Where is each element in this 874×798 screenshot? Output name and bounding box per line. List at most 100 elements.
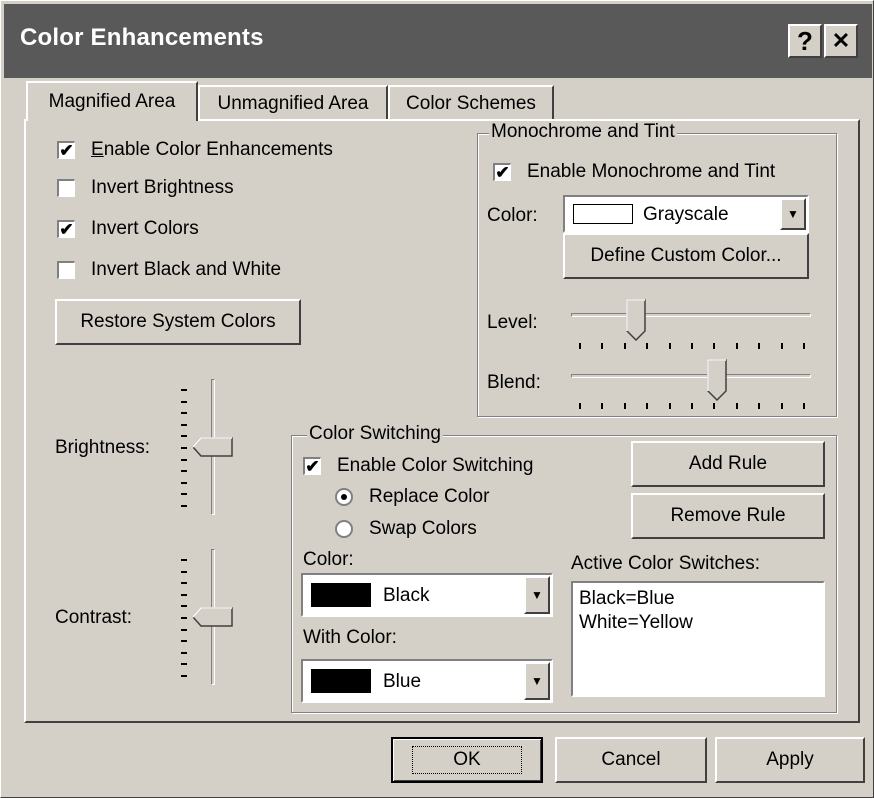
chevron-down-icon[interactable]: ▼ [524,662,550,700]
close-icon: ✕ [831,28,851,53]
invert-colors-checkbox[interactable]: ✔ [57,220,75,238]
slider-tick [181,651,187,654]
enable-color-switching-checkbox[interactable]: ✔ [303,457,321,475]
slider-tick [181,493,187,496]
checkmark-icon: ✔ [305,457,320,476]
checkmark-icon: ✔ [495,163,510,182]
ok-label: OK [412,746,522,774]
window-title: Color Enhancements [20,24,264,51]
switch-color-value: Black [383,585,430,606]
help-button[interactable]: ? [788,24,822,58]
slider-tick [181,435,187,438]
slider-tick [181,481,187,484]
cancel-button[interactable]: Cancel [555,737,707,783]
blend-slider-track[interactable] [571,374,811,378]
switch-color-dropdown[interactable]: Black ▼ [301,573,553,617]
slider-tick [646,403,649,409]
ok-button[interactable]: OK [391,737,543,783]
active-color-switches-list[interactable]: Black=Blue White=Yellow [571,581,825,697]
invert-black-and-white-checkbox[interactable] [57,261,75,279]
slider-tick [181,389,187,391]
chevron-down-icon[interactable]: ▼ [780,198,806,230]
slider-tick [623,343,626,349]
define-custom-color-button[interactable]: Define Custom Color... [563,233,809,279]
slider-tick [758,343,761,349]
mono-color-value: Grayscale [643,204,729,225]
tab-unmagnified-area[interactable]: Unmagnified Area [198,85,388,121]
apply-button[interactable]: Apply [715,737,865,783]
slider-tick [780,403,783,409]
slider-tick [181,605,187,608]
checkmark-icon: ✔ [59,220,74,239]
level-slider-thumb[interactable] [626,299,646,342]
switch-color-label: Color: [303,549,354,570]
close-button[interactable]: ✕ [824,24,858,58]
invert-brightness-label: Invert Brightness [91,177,234,198]
with-color-dropdown[interactable]: Blue ▼ [301,659,553,703]
slider-tick [181,582,187,585]
add-rule-label: Add Rule [688,453,768,474]
invert-black-and-white-label: Invert Black and White [91,259,282,280]
brightness-slider-thumb[interactable] [191,437,233,457]
list-item[interactable]: White=Yellow [579,611,817,635]
slider-tick [646,343,649,349]
contrast-slider-thumb[interactable] [191,607,233,627]
slider-tick [181,640,187,643]
slider-tick [579,403,581,409]
slider-tick [181,570,187,573]
tab-label: Color Schemes [406,93,536,114]
color-switching-group-label: Color Switching [307,423,443,445]
slider-tick [601,403,604,409]
active-color-switches-label: Active Color Switches: [571,553,761,574]
add-rule-button[interactable]: Add Rule [631,441,825,487]
title-bar: Color Enhancements ? ✕ [4,4,872,78]
slider-tick [181,505,187,507]
apply-label: Apply [766,749,814,770]
level-label: Level: [487,312,538,333]
restore-system-colors-button[interactable]: Restore System Colors [55,299,301,345]
enable-monochrome-tint-label: Enable Monochrome and Tint [527,161,776,182]
slider-tick [713,343,716,349]
slider-tick [181,663,187,666]
slider-tick [579,343,581,349]
enable-color-enhancements-checkbox[interactable]: ✔ [57,141,75,159]
slider-tick [181,423,187,426]
with-color-label: With Color: [303,627,397,648]
replace-color-label: Replace Color [369,486,490,507]
restore-system-colors-label: Restore System Colors [80,311,276,332]
enable-color-enhancements-label: Enable Color Enhancements [91,139,333,160]
slider-tick [803,403,805,409]
replace-color-radio[interactable] [335,488,353,506]
mono-color-dropdown[interactable]: Grayscale ▼ [563,195,809,233]
slider-tick [691,343,693,349]
slider-tick [735,343,738,349]
remove-rule-button[interactable]: Remove Rule [631,493,825,539]
list-item[interactable]: Black=Blue [579,587,817,611]
monochrome-tint-group-label: Monochrome and Tint [489,121,677,143]
level-slider-track[interactable] [571,313,811,317]
radio-selected-dot [341,494,347,500]
swap-colors-radio[interactable] [335,520,353,538]
enable-monochrome-tint-checkbox[interactable]: ✔ [493,163,511,181]
slider-tick [181,458,187,461]
slider-tick [181,559,187,561]
slider-tick [668,403,671,409]
slider-tick [181,593,187,596]
slider-tick [181,412,187,415]
slider-tick [181,675,187,677]
slider-tick [181,617,187,619]
tab-label: Magnified Area [48,91,176,112]
slider-tick [181,400,187,403]
slider-tick [780,343,783,349]
swap-colors-label: Swap Colors [369,518,477,539]
slider-tick [623,403,626,409]
slider-tick [758,403,761,409]
tab-magnified-area[interactable]: Magnified Area [26,81,198,121]
blend-slider-thumb[interactable] [707,359,728,402]
help-icon: ? [797,25,813,56]
define-custom-color-label: Define Custom Color... [590,245,782,266]
slider-tick [181,470,187,473]
tab-color-schemes[interactable]: Color Schemes [388,85,554,121]
invert-brightness-checkbox[interactable] [57,179,75,197]
chevron-down-icon[interactable]: ▼ [524,576,550,614]
